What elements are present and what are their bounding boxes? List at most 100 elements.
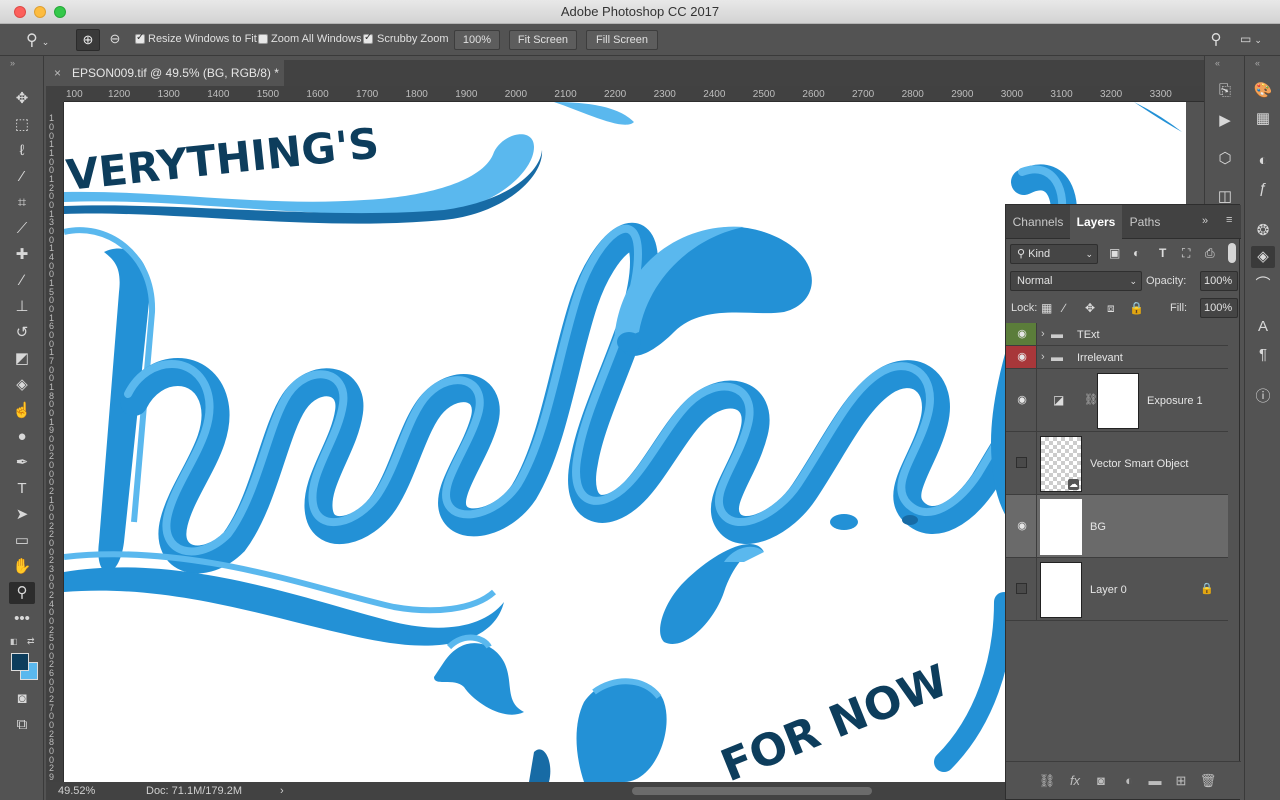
collapse-panel-icon[interactable]: «: [1215, 58, 1220, 68]
ruler-origin[interactable]: [46, 86, 64, 102]
marquee-tool-icon[interactable]: ⬚: [9, 114, 35, 136]
scrubby-zoom-checkbox[interactable]: [363, 32, 373, 44]
eraser-tool-icon[interactable]: ◩: [9, 348, 35, 370]
zoom-tool-icon[interactable]: ⚲: [9, 582, 35, 604]
horizontal-ruler[interactable]: 100 1200 1300 1400 1500 1600 1700 1800 1900 2000 2…: [64, 86, 1204, 102]
chevron-right-icon[interactable]: ›: [1041, 351, 1045, 363]
document-tab[interactable]: × EPSON009.tif @ 49.5% (BG, RGB/8) *: [46, 60, 284, 86]
close-window-button[interactable]: [14, 6, 26, 18]
layer-visibility-toggle[interactable]: ◉: [1006, 495, 1037, 557]
lock-image-icon[interactable]: ∕: [1063, 301, 1065, 315]
collapse-panel-icon[interactable]: »: [10, 58, 15, 68]
lock-artboard-icon[interactable]: ⧈: [1107, 301, 1115, 316]
dodge-tool-icon[interactable]: ●: [9, 426, 35, 448]
link-layers-icon[interactable]: ⛓: [1038, 772, 1056, 790]
filter-pixel-icon[interactable]: ▣: [1109, 246, 1120, 260]
screen-mode-icon[interactable]: ⧉: [9, 714, 35, 736]
brush-tool-icon[interactable]: ∕: [9, 270, 35, 292]
vertical-ruler[interactable]: 100 110 012 001 300 140 015 001 600 170 018 001 900 2…: [46, 102, 64, 799]
filter-smart-object-icon[interactable]: ⎙: [1205, 246, 1215, 261]
zoom-in-icon[interactable]: ⊕: [76, 29, 100, 51]
lasso-tool-icon[interactable]: ℓ: [9, 140, 35, 162]
layer-visibility-toggle[interactable]: ◉: [1006, 346, 1037, 368]
paths-panel-icon[interactable]: ⌒: [1251, 274, 1275, 296]
workspace-switcher[interactable]: ▭ ⌄: [1240, 32, 1270, 48]
search-icon[interactable]: ⚲: [1206, 30, 1226, 50]
fill-screen-button[interactable]: Fill Screen: [586, 30, 658, 50]
layer-visibility-toggle[interactable]: [1006, 432, 1037, 494]
fx-icon[interactable]: fx: [1066, 772, 1084, 790]
layer-visibility-toggle[interactable]: [1006, 558, 1037, 620]
tab-layers[interactable]: Layers: [1070, 205, 1122, 239]
layer-visibility-toggle[interactable]: ◉: [1006, 323, 1037, 345]
new-layer-icon[interactable]: ⊞: [1172, 772, 1190, 790]
path-selection-tool-icon[interactable]: ➤: [9, 504, 35, 526]
filter-type-icon[interactable]: T: [1159, 246, 1166, 260]
zoom-out-icon[interactable]: ⊖: [104, 29, 126, 51]
fill-input[interactable]: 100%: [1200, 298, 1238, 318]
smudge-tool-icon[interactable]: ☝: [9, 400, 35, 422]
color-panel-icon[interactable]: 🎨: [1251, 80, 1275, 102]
clone-stamp-tool-icon[interactable]: ⊥: [9, 296, 35, 318]
more-tools-icon[interactable]: •••: [9, 608, 35, 630]
swap-colors-icon[interactable]: ⇄: [27, 636, 35, 647]
layer-row[interactable]: Layer 0 🔒: [1006, 558, 1228, 621]
type-tool-icon[interactable]: T: [9, 478, 35, 500]
tab-paths[interactable]: Paths: [1122, 205, 1168, 239]
layer-row[interactable]: ◉ › ▬ TExt: [1006, 323, 1228, 346]
layer-thumbnail[interactable]: [1040, 499, 1082, 555]
styles-panel-icon[interactable]: ƒ: [1251, 178, 1275, 200]
hand-tool-icon[interactable]: ✋: [9, 556, 35, 578]
move-tool-icon[interactable]: ✥: [9, 88, 35, 110]
status-zoom[interactable]: 49.52%: [58, 782, 95, 800]
maximize-window-button[interactable]: [54, 6, 66, 18]
add-mask-icon[interactable]: ◙: [1092, 772, 1110, 790]
default-colors-icon[interactable]: ◧: [10, 637, 18, 646]
layer-row[interactable]: ◉ ◪ ⛓ Exposure 1: [1006, 369, 1228, 432]
layer-visibility-toggle[interactable]: ◉: [1006, 369, 1037, 431]
zoom-all-windows-checkbox[interactable]: [258, 34, 268, 44]
lock-position-icon[interactable]: ✥: [1085, 301, 1095, 315]
collapse-icon[interactable]: »: [1202, 215, 1208, 227]
layers-panel-icon[interactable]: ◈: [1251, 246, 1275, 268]
history-panel-icon[interactable]: ⎘: [1213, 80, 1237, 102]
layer-row[interactable]: ◉ › ▬ Irrelevant: [1006, 346, 1228, 369]
link-icon[interactable]: ⛓: [1084, 393, 1098, 406]
collapse-panel-icon[interactable]: «: [1255, 58, 1260, 68]
healing-brush-tool-icon[interactable]: ✚: [9, 244, 35, 266]
zoom-tool-preset-picker[interactable]: ⚲ ⌄: [26, 30, 66, 50]
3d-panel-icon[interactable]: ⬡: [1213, 148, 1237, 170]
close-document-icon[interactable]: ×: [54, 60, 61, 86]
paint-bucket-tool-icon[interactable]: ◈: [9, 374, 35, 396]
layer-thumbnail[interactable]: ☁: [1040, 436, 1082, 492]
minimize-window-button[interactable]: [34, 6, 46, 18]
info-panel-icon[interactable]: ⓘ: [1251, 386, 1275, 408]
fit-screen-button[interactable]: Fit Screen: [509, 30, 577, 50]
lock-all-icon[interactable]: 🔒: [1129, 301, 1144, 315]
rectangle-tool-icon[interactable]: ▭: [9, 530, 35, 552]
filter-kind-select[interactable]: ⚲ Kind ⌄: [1010, 244, 1098, 264]
foreground-color-swatch[interactable]: [11, 653, 29, 671]
new-group-icon[interactable]: ▬: [1146, 772, 1164, 790]
magic-wand-tool-icon[interactable]: ⁄: [9, 166, 35, 188]
adjustments-panel-icon[interactable]: ◐: [1251, 150, 1275, 172]
delete-layer-icon[interactable]: 🗑: [1199, 772, 1217, 790]
tab-channels[interactable]: Channels: [1006, 205, 1070, 239]
quick-mask-icon[interactable]: ◙: [9, 688, 35, 710]
crop-tool-icon[interactable]: ⌗: [9, 192, 35, 214]
zoom-100-button[interactable]: 100%: [454, 30, 500, 50]
filter-adjustment-icon[interactable]: ◐: [1133, 246, 1140, 260]
filter-shape-icon[interactable]: ⛶: [1182, 246, 1190, 261]
panel-menu-icon[interactable]: ≡: [1226, 214, 1232, 226]
filter-toggle[interactable]: [1228, 243, 1236, 263]
chevron-right-icon[interactable]: ›: [1041, 328, 1045, 340]
character-panel-icon[interactable]: A: [1251, 316, 1275, 338]
horizontal-scrollbar[interactable]: [632, 787, 872, 795]
eyedropper-tool-icon[interactable]: ⟋: [9, 218, 35, 240]
paragraph-panel-icon[interactable]: ¶: [1251, 344, 1275, 366]
history-brush-tool-icon[interactable]: ↺: [9, 322, 35, 344]
new-adjustment-layer-icon[interactable]: ◐: [1120, 772, 1138, 790]
blend-mode-select[interactable]: Normal ⌄: [1010, 271, 1142, 291]
layer-mask-thumbnail[interactable]: [1097, 373, 1139, 429]
layer-row[interactable]: ☁ Vector Smart Object: [1006, 432, 1228, 495]
